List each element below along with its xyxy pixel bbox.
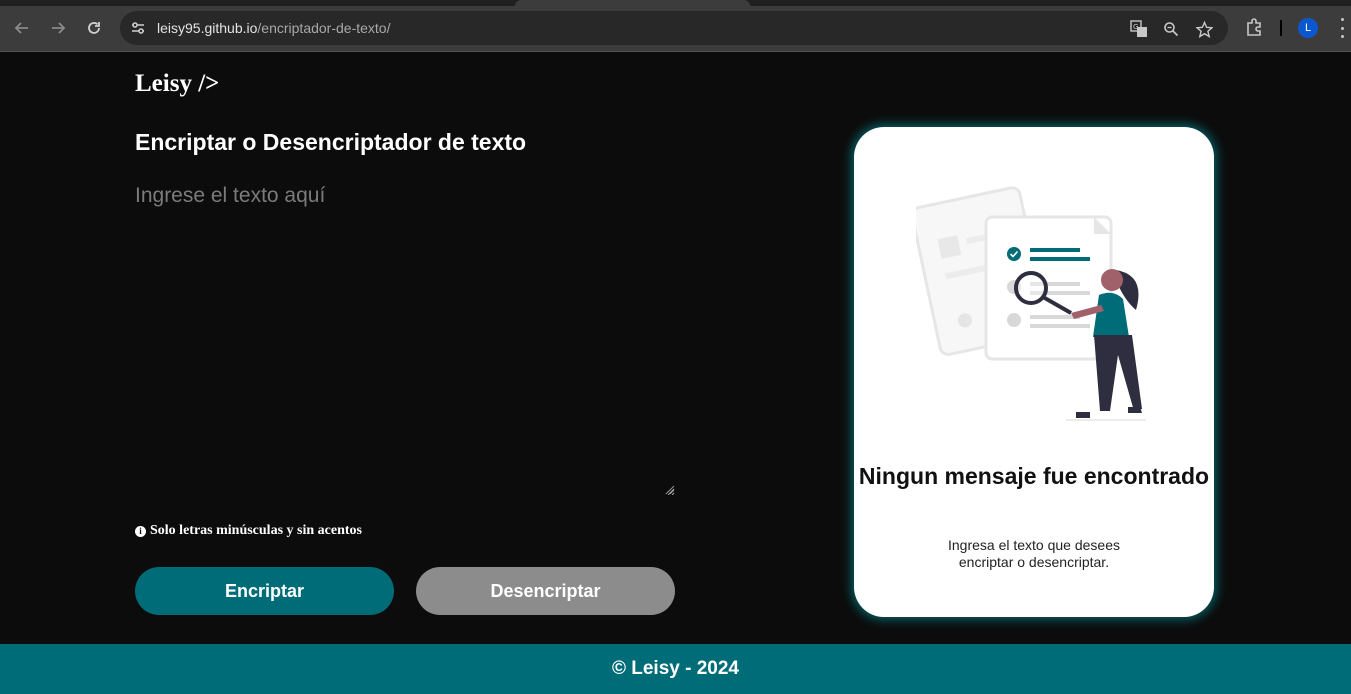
search-documents-illustration	[916, 186, 1146, 421]
zoom-icon[interactable]	[1160, 18, 1182, 40]
decrypt-button[interactable]: Desencriptar	[416, 567, 675, 615]
site-logo[interactable]: Leisy />	[135, 70, 219, 98]
page-title: Encriptar o Desencriptador de texto	[135, 129, 527, 155]
tab-strip	[0, 0, 1351, 6]
text-input[interactable]	[135, 180, 675, 496]
extensions-icon[interactable]	[1242, 15, 1266, 39]
resize-grip-icon[interactable]	[664, 484, 675, 495]
translate-icon[interactable]: G	[1128, 18, 1150, 40]
input-hint: i Solo letras minúsculas y sin acentos	[135, 523, 362, 539]
browser-toolbar: leisy95.github.io/encriptador-de-texto/ …	[0, 0, 1351, 52]
address-bar[interactable]: leisy95.github.io/encriptador-de-texto/ …	[120, 11, 1228, 45]
toolbar-divider	[1280, 20, 1282, 36]
footer: © Leisy - 2024	[0, 644, 1351, 694]
url-text[interactable]: leisy95.github.io/encriptador-de-texto/	[157, 20, 390, 36]
more-menu-icon[interactable]	[1337, 18, 1347, 38]
bookmark-star-icon[interactable]	[1193, 18, 1215, 40]
url-host: leisy95.github.io	[157, 20, 258, 36]
profile-avatar[interactable]: L	[1298, 18, 1318, 38]
svg-text:G: G	[1133, 23, 1138, 31]
reload-icon[interactable]	[80, 14, 108, 42]
site-settings-icon[interactable]	[128, 18, 148, 38]
result-card: Ningun mensaje fue encontrado Ingresa el…	[854, 127, 1214, 617]
url-path: /encriptador-de-texto/	[257, 20, 391, 36]
card-description: Ingresa el texto que desees encriptar o …	[947, 537, 1120, 570]
back-arrow-icon[interactable]	[8, 14, 36, 42]
footer-text: © Leisy - 2024	[611, 658, 740, 679]
card-title: Ningun mensaje fue encontrado	[858, 463, 1210, 489]
hint-text: Solo letras minúsculas y sin acentos	[150, 523, 362, 538]
info-icon: i	[135, 525, 146, 537]
encrypt-button[interactable]: Encriptar	[135, 567, 394, 615]
forward-arrow-icon[interactable]	[44, 14, 72, 42]
active-tab[interactable]	[515, 0, 750, 6]
